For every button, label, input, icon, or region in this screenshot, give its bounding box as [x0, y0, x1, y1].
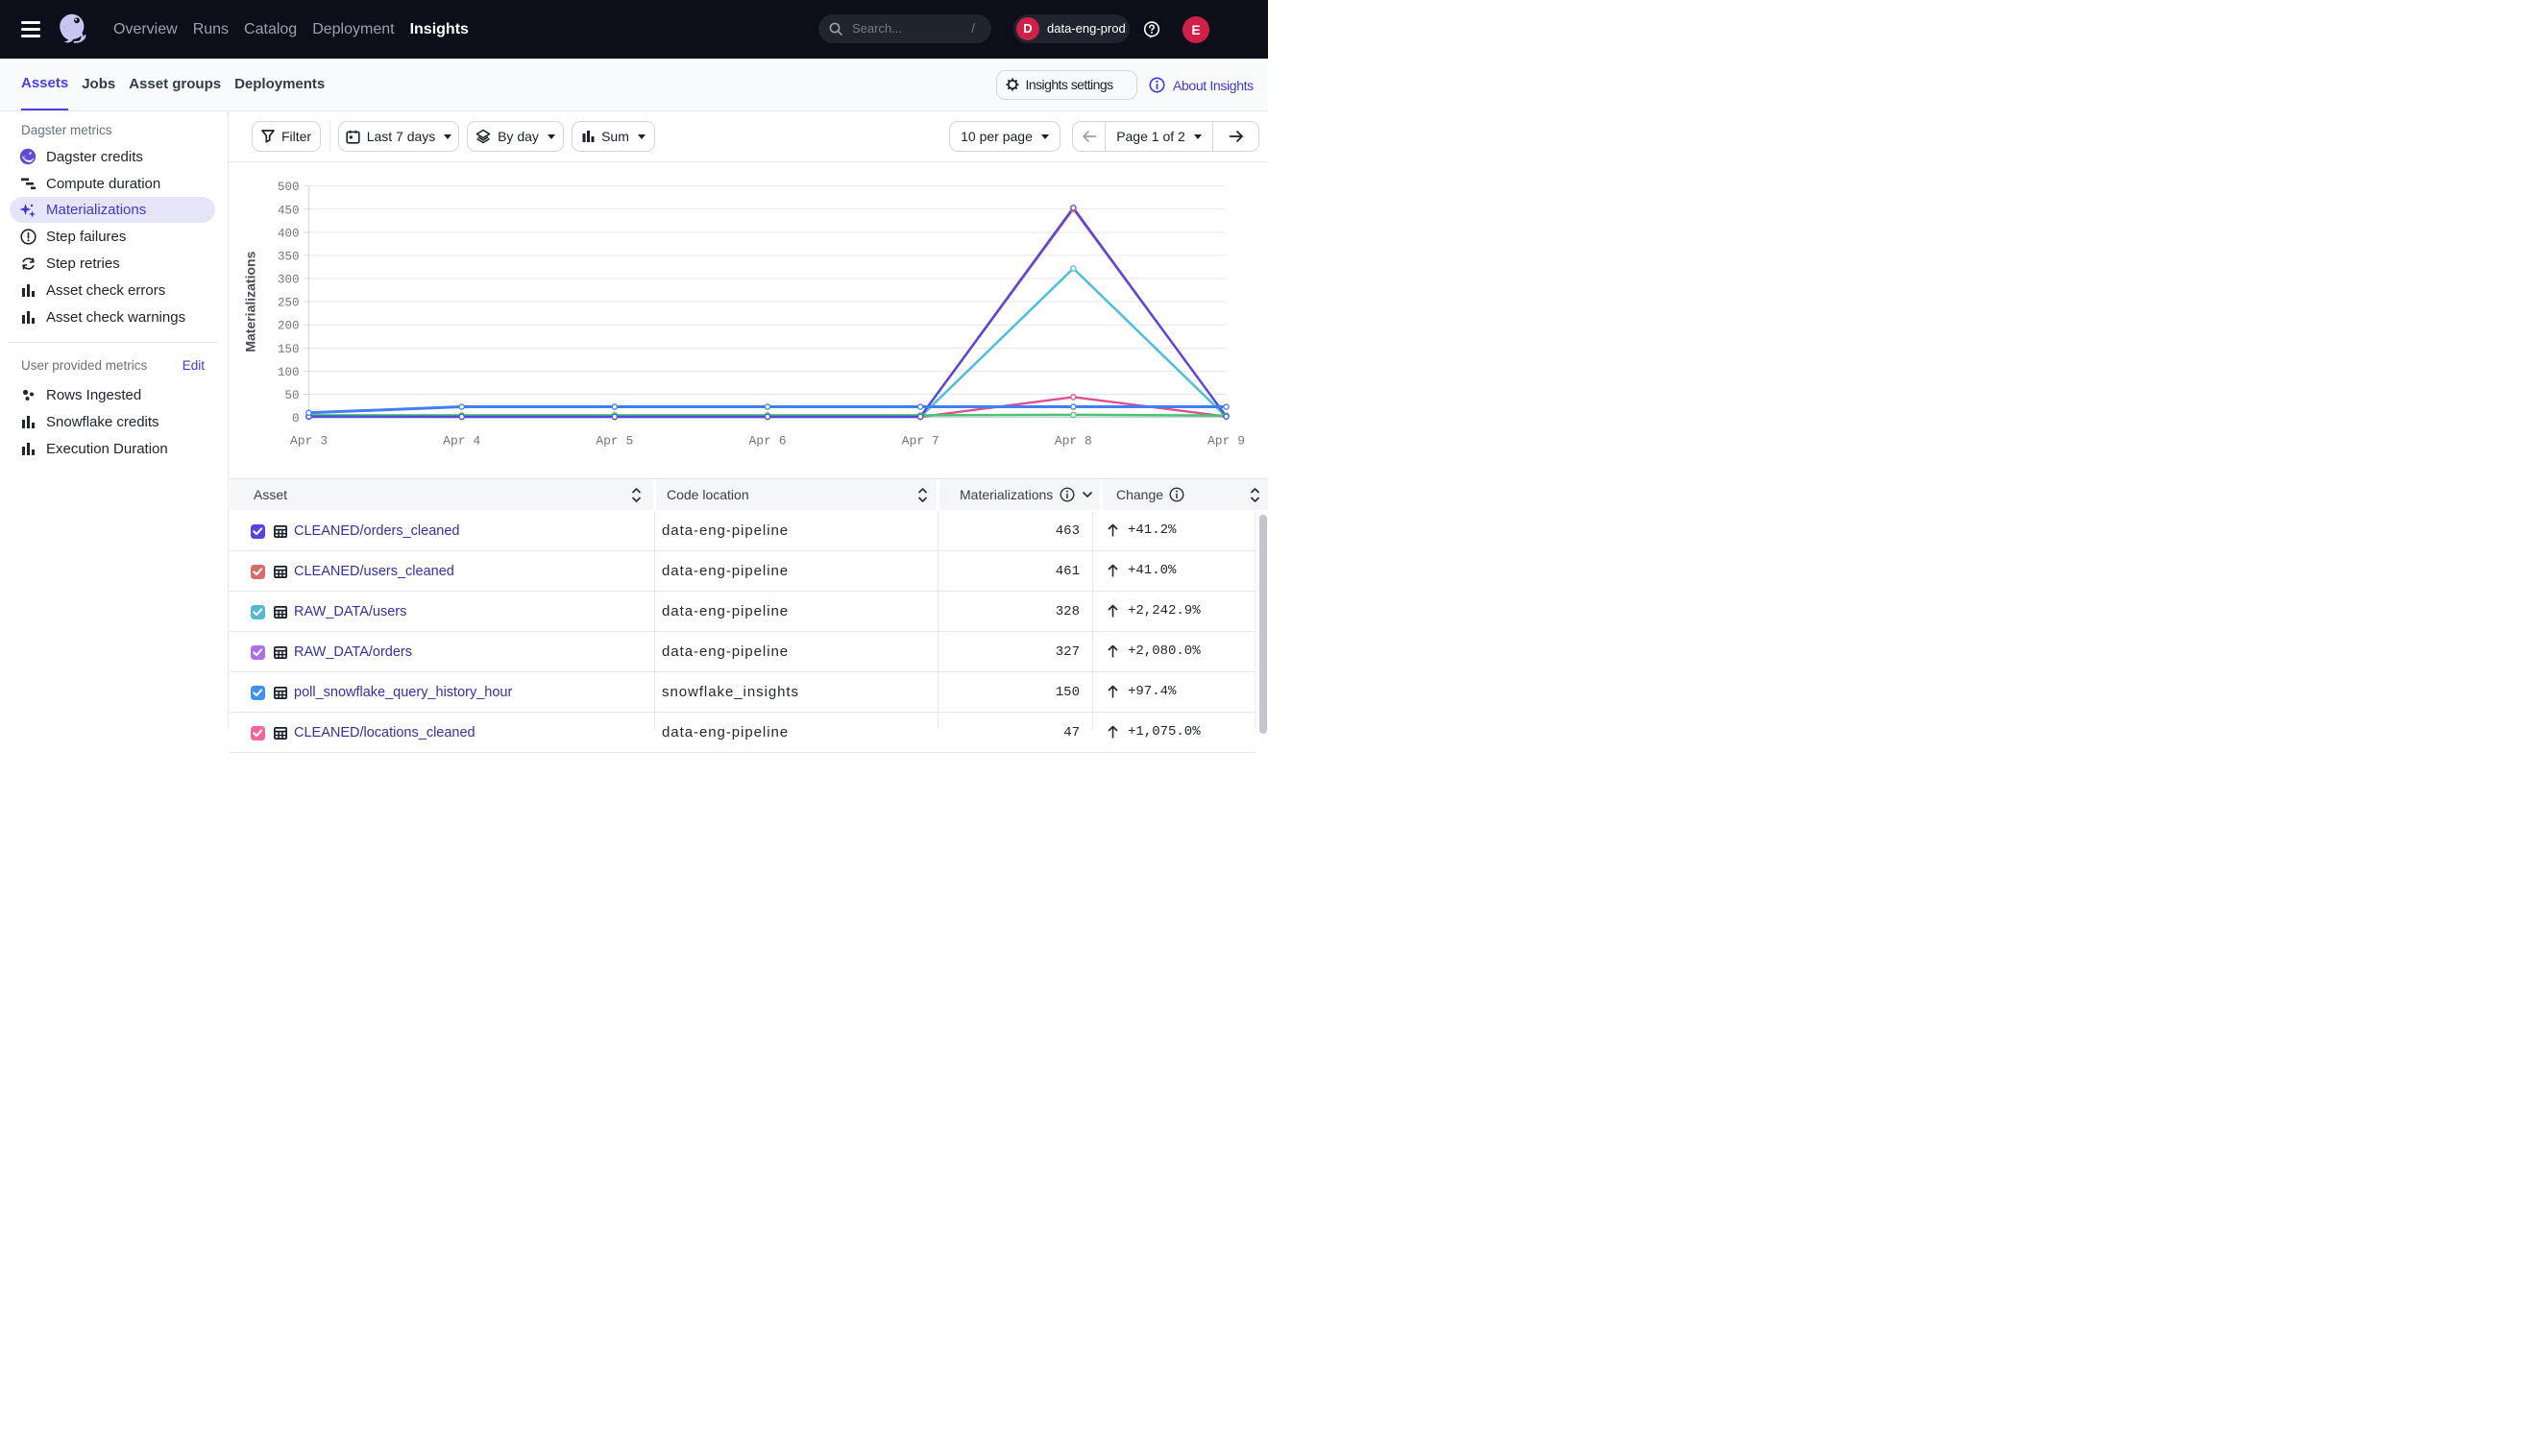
svg-text:0: 0: [292, 412, 300, 425]
svg-text:Apr 4: Apr 4: [443, 434, 480, 449]
svg-text:Materializations: Materializations: [243, 251, 258, 352]
svg-text:150: 150: [278, 343, 300, 356]
svg-text:400: 400: [278, 227, 300, 240]
svg-text:50: 50: [284, 389, 299, 402]
svg-text:Apr 8: Apr 8: [1055, 434, 1092, 449]
svg-text:450: 450: [278, 204, 300, 217]
svg-text:250: 250: [278, 297, 300, 310]
svg-text:Apr 9: Apr 9: [1207, 434, 1245, 449]
svg-text:Apr 3: Apr 3: [290, 434, 328, 449]
svg-text:350: 350: [278, 250, 300, 263]
svg-text:500: 500: [278, 181, 300, 194]
svg-text:Apr 5: Apr 5: [596, 434, 633, 449]
svg-text:100: 100: [278, 366, 300, 379]
svg-text:200: 200: [278, 320, 300, 333]
svg-text:Apr 6: Apr 6: [748, 434, 786, 449]
svg-text:300: 300: [278, 274, 300, 287]
svg-text:Apr 7: Apr 7: [902, 434, 939, 449]
